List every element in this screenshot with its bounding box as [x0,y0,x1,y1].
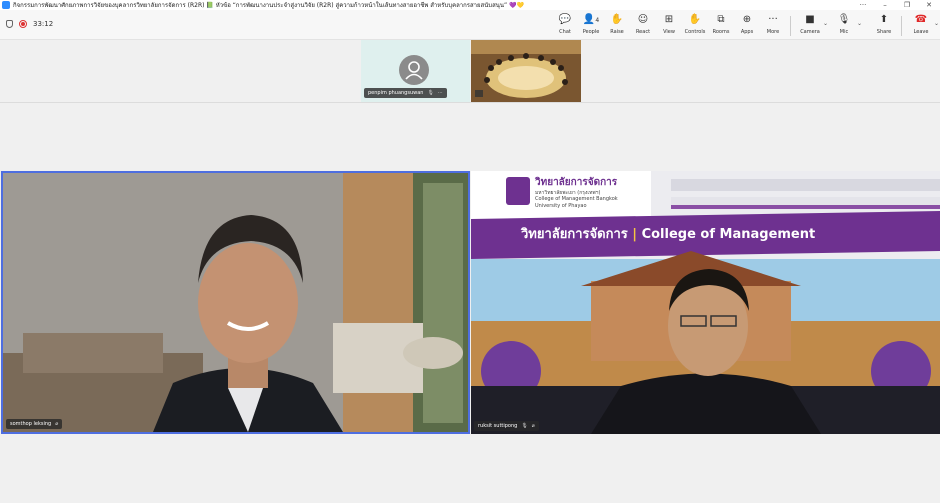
controls-label: Controls [684,29,706,35]
camera-options-chevron-icon[interactable]: ⌄ [823,20,831,36]
leave-label: Leave [913,29,929,35]
share-icon: ⬆ [879,14,889,25]
more-window-options-icon[interactable]: ··· [852,1,874,9]
chat-button[interactable]: 💬 Chat [552,14,578,36]
mic-icon: 🎙 [837,14,851,25]
window-titlebar: กิจกรรมการพัฒนาศักยภาพการวิจัยของบุคลากร… [0,0,940,10]
avatar [399,55,429,85]
meeting-timer: 33:12 [33,20,54,28]
react-icon: ☺ [637,14,649,25]
view-button[interactable]: ⊞ View [656,14,682,36]
mic-label: Mic [839,29,849,35]
leave-options-chevron-icon[interactable]: ⌄ [934,20,940,36]
more-options-icon[interactable]: ··· [438,90,443,96]
leave-phone-icon: ☎ [914,14,928,25]
participant-name-label: penpim phuangsuwan 🎙 ··· [364,88,447,98]
share-label: Share [876,29,892,35]
toolbar-buttons: 💬 Chat 👤4 People ✋ Raise ☺ React ⊞ View … [552,14,940,36]
security-shield-icon[interactable] [6,20,13,28]
people-count-badge: 4 [595,17,600,24]
mic-options-chevron-icon[interactable]: ⌄ [857,20,865,36]
react-label: React [635,29,651,35]
participant-tile-somthop[interactable]: somthop leksing ⌀ [1,171,470,434]
virtual-background-video [471,171,940,434]
pin-icon[interactable]: ⌀ [532,423,535,429]
participant-name-label: somthop leksing ⌀ [6,419,63,429]
react-button[interactable]: ☺ React [630,14,656,36]
conference-room-video [471,40,581,102]
view-label: View [663,29,675,35]
toolbar-divider-2 [901,16,902,36]
view-icon: ⊞ [664,14,674,25]
app-icon [2,1,10,9]
recording-icon[interactable] [19,20,27,28]
apps-label: Apps [740,29,754,35]
people-button[interactable]: 👤4 People [578,14,604,36]
slide-banner: วิทยาลัยการจัดการ | College of Managemen… [521,223,815,244]
camera-label: Camera [800,29,820,35]
participant-tile-penpim[interactable]: penpim phuangsuwan 🎙 ··· [361,40,470,102]
share-button[interactable]: ⬆ Share [871,14,897,36]
college-logo-icon [506,177,530,205]
chat-label: Chat [559,29,571,35]
people-label: People [582,29,600,35]
rooms-button[interactable]: ⧉ Rooms [708,14,734,36]
raise-hand-icon: ✋ [610,14,624,25]
rooms-label: Rooms [712,29,730,35]
controls-icon: ✋ [688,14,702,25]
people-icon: 👤4 [582,14,600,25]
participant-name-label: ruksit suttipong 🎙 ⌀ [474,421,539,431]
thumbnail-divider [0,102,940,103]
minimize-button[interactable]: – [874,1,896,9]
video-stage: penpim phuangsuwan 🎙 ··· somthop leksing… [0,40,940,503]
pin-icon[interactable]: ⌀ [55,421,58,427]
slide-line-en2: University of Phayao [535,203,587,209]
mic-muted-icon: 🎙 [521,423,528,429]
chat-icon: 💬 [558,14,572,25]
meeting-info: 33:12 [6,20,53,28]
window-title: กิจกรรมการพัฒนาศักยภาพการวิจัยของบุคลากร… [13,2,524,9]
apps-icon: ⊕ [742,14,752,25]
participant-tile-room[interactable] [471,40,581,102]
participant-tile-ruksit[interactable]: วิทยาลัยการจัดการ มหาวิทยาลัยพะเยา (กรุง… [471,171,940,434]
restore-button[interactable]: ❐ [896,1,918,9]
controls-button[interactable]: ✋ Controls [682,14,708,36]
speaker-video [3,173,468,432]
slide-banner-divider: | [632,227,642,242]
slide-banner-th: วิทยาลัยการจัดการ [521,227,628,242]
slide-line-en1: College of Management Bangkok [535,196,618,202]
close-button[interactable]: ✕ [918,1,940,9]
raise-label: Raise [610,29,624,35]
more-label: More [766,29,780,35]
camera-button[interactable]: ■ Camera [797,14,823,36]
raise-button[interactable]: ✋ Raise [604,14,630,36]
slide-banner-en: College of Management [641,227,816,242]
mic-muted-icon: 🎙 [427,90,434,96]
leave-button[interactable]: ☎ Leave [908,14,934,36]
toolbar-divider [790,16,791,36]
mic-button[interactable]: 🎙 Mic [831,14,857,36]
user-silhouette-icon [405,61,423,80]
rooms-icon: ⧉ [717,14,725,25]
apps-button[interactable]: ⊕ Apps [734,14,760,36]
more-button[interactable]: ··· More [760,14,786,36]
slide-title-th: วิทยาลัยการจัดการ [535,177,618,188]
camera-icon: ■ [805,14,815,25]
meeting-toolbar: 33:12 💬 Chat 👤4 People ✋ Raise ☺ React ⊞… [0,10,940,40]
more-icon: ··· [768,14,778,25]
